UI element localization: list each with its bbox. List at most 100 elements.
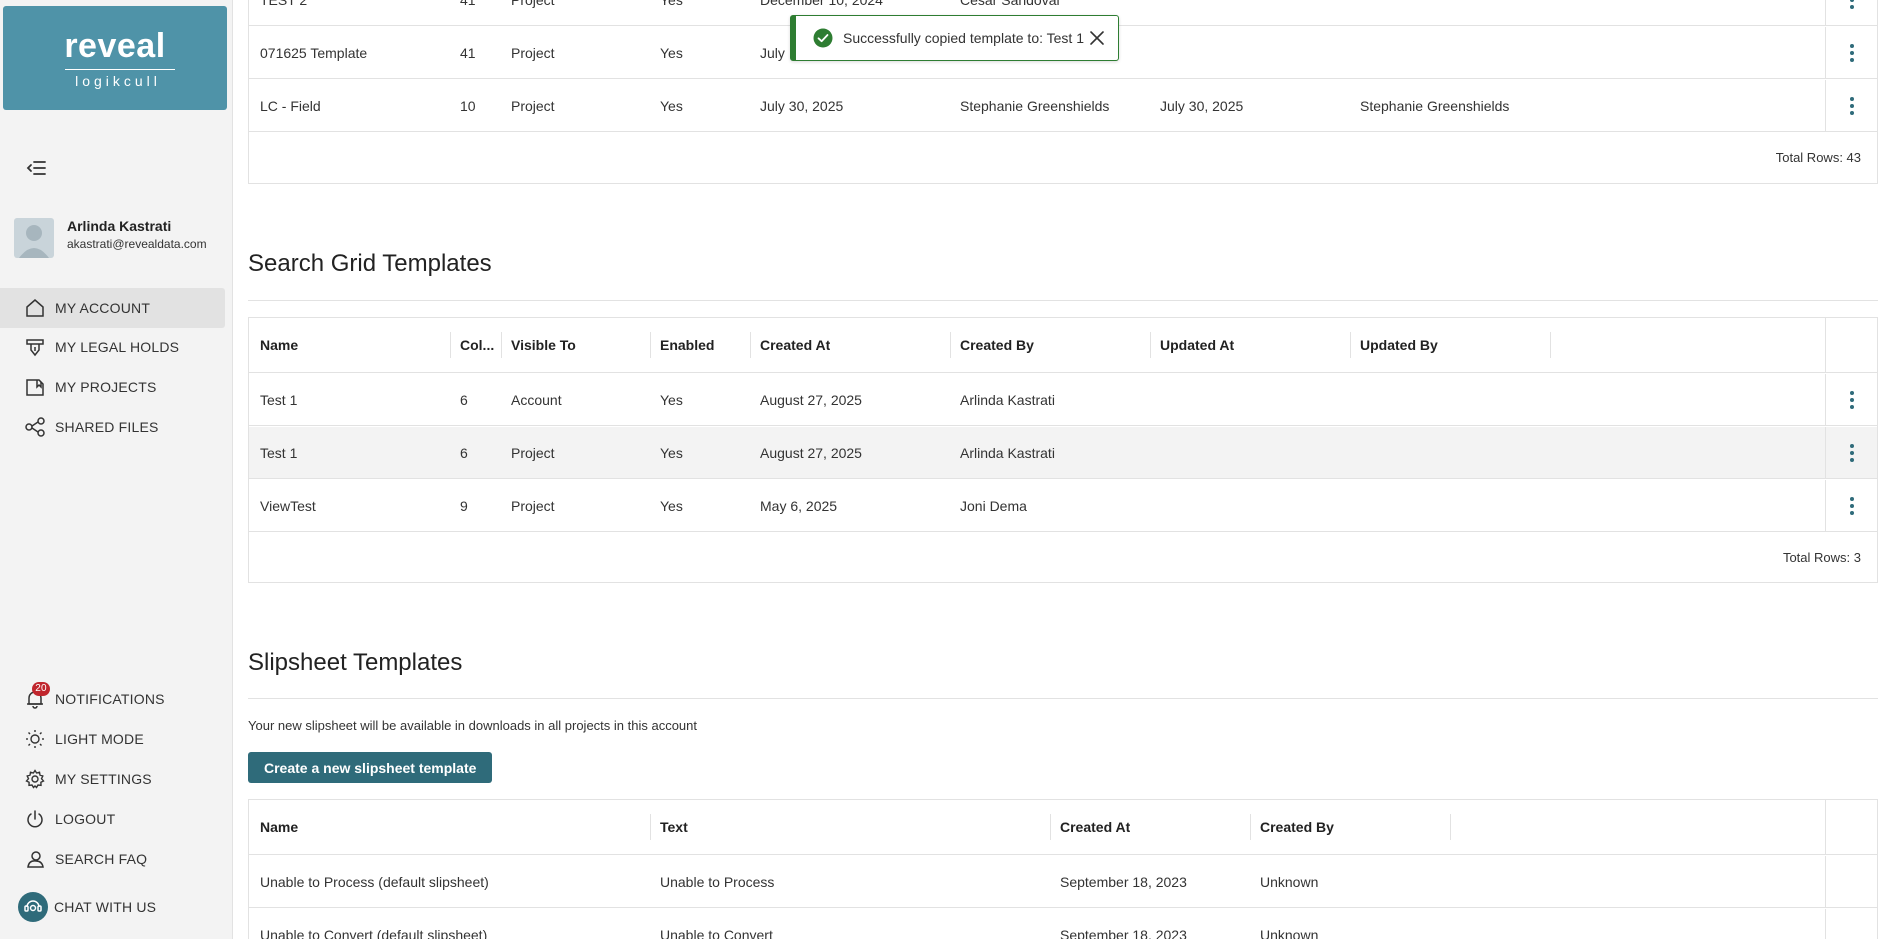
table-row[interactable]: Unable to Process (default slipsheet) Un…: [249, 856, 1877, 908]
cell-created-by: Joni Dema: [960, 497, 1027, 514]
user-profile[interactable]: Arlinda Kastrati akastrati@revealdata.co…: [14, 216, 228, 258]
column-separator[interactable]: [650, 332, 651, 358]
table-header: Name Col... Visible To Enabled Created A…: [249, 318, 1877, 373]
close-icon[interactable]: [1088, 29, 1106, 47]
collapse-sidebar-icon[interactable]: [24, 156, 48, 180]
column-separator[interactable]: [1350, 332, 1351, 358]
nav-label: LIGHT MODE: [55, 731, 144, 747]
header-name[interactable]: Name: [260, 800, 298, 854]
table-row[interactable]: ViewTest 9 Project Yes May 6, 2025 Joni …: [249, 480, 1877, 532]
row-menu-button[interactable]: [1825, 27, 1877, 78]
cell-enabled: Yes: [660, 497, 683, 514]
header-visible-to[interactable]: Visible To: [511, 318, 576, 372]
column-separator[interactable]: [1050, 814, 1051, 840]
bell-icon: 20: [24, 682, 50, 710]
column-separator[interactable]: [1150, 332, 1151, 358]
section-divider: [248, 698, 1878, 699]
header-created-at[interactable]: Created At: [1060, 800, 1130, 854]
legal-hold-icon: [24, 336, 46, 358]
main-content: TEST 2 41 Project Yes December 10, 2024 …: [248, 0, 1878, 939]
header-enabled[interactable]: Enabled: [660, 318, 714, 372]
nav-notifications[interactable]: 20 NOTIFICATIONS: [0, 679, 225, 719]
nav-label: SHARED FILES: [55, 419, 159, 435]
nav-shared-files[interactable]: SHARED FILES: [0, 407, 225, 447]
row-menu-button[interactable]: [1825, 480, 1877, 531]
table-row[interactable]: Test 1 6 Account Yes August 27, 2025 Arl…: [249, 374, 1877, 426]
cell-created-at: August 27, 2025: [760, 391, 862, 408]
check-circle-icon: [813, 28, 833, 48]
chat-icon: [18, 892, 48, 922]
cell-visible-to: Account: [511, 391, 562, 408]
create-slipsheet-button[interactable]: Create a new slipsheet template: [248, 752, 493, 783]
slipsheet-description: Your new slipsheet will be available in …: [248, 718, 698, 733]
cell-created-by: Arlinda Kastrati: [960, 391, 1055, 408]
header-created-by[interactable]: Created By: [1260, 800, 1334, 854]
row-actions-cell: [1825, 856, 1877, 907]
cell-enabled: Yes: [660, 97, 683, 114]
column-separator[interactable]: [950, 332, 951, 358]
logo-wordmark: reveal: [64, 27, 166, 65]
row-actions-cell: [1825, 909, 1877, 939]
header-columns[interactable]: Col...: [460, 318, 494, 372]
cell-visible-to: Project: [511, 44, 555, 61]
cell-columns: 41: [460, 0, 476, 25]
sun-icon: [24, 728, 46, 750]
cell-created-by: Arlinda Kastrati: [960, 444, 1055, 461]
column-separator[interactable]: [501, 332, 502, 358]
home-icon: [24, 297, 46, 319]
nav-logout[interactable]: LOGOUT: [0, 799, 225, 839]
header-created-by[interactable]: Created By: [960, 318, 1034, 372]
table-row[interactable]: Test 1 6 Project Yes August 27, 2025 Arl…: [249, 427, 1877, 479]
reveal-logo[interactable]: reveal logikcull: [3, 6, 227, 110]
table-header: Name Text Created At Created By: [249, 800, 1877, 855]
row-menu-button[interactable]: [1825, 427, 1877, 478]
total-rows: Total Rows: 43: [1775, 150, 1861, 165]
column-separator[interactable]: [1450, 814, 1451, 840]
row-menu-button[interactable]: [1825, 0, 1877, 25]
header-name[interactable]: Name: [260, 318, 298, 372]
nav-my-account[interactable]: MY ACCOUNT: [0, 288, 225, 328]
cell-enabled: Yes: [660, 444, 683, 461]
cell-created-at: September 18, 2023: [1060, 926, 1187, 939]
cell-name: LC - Field: [260, 97, 321, 114]
header-actions-cell: [1825, 800, 1877, 854]
avatar: [14, 218, 54, 258]
user-name: Arlinda Kastrati: [67, 218, 172, 234]
nav-my-settings[interactable]: MY SETTINGS: [0, 759, 225, 799]
section-title-slipsheet: Slipsheet Templates: [248, 649, 463, 676]
cell-columns: 9: [460, 497, 468, 514]
cell-created-at: July 30, 2025: [760, 97, 844, 114]
column-separator[interactable]: [750, 332, 751, 358]
cell-name: ViewTest: [260, 497, 316, 514]
row-menu-button[interactable]: [1825, 80, 1877, 131]
table-row[interactable]: LC - Field 10 Project Yes July 30, 2025 …: [249, 80, 1877, 132]
cell-created-by: Unknown: [1260, 926, 1319, 939]
cell-name: Unable to Process (default slipsheet): [260, 873, 489, 890]
nav-search-faq[interactable]: SEARCH FAQ: [0, 839, 225, 879]
cell-updated-by: Stephanie Greenshields: [1360, 97, 1510, 114]
cell-visible-to: Project: [511, 444, 555, 461]
column-separator[interactable]: [450, 332, 451, 358]
header-updated-at[interactable]: Updated At: [1160, 318, 1234, 372]
column-separator[interactable]: [650, 814, 651, 840]
kebab-icon: [1849, 390, 1854, 409]
kebab-icon: [1849, 0, 1854, 9]
nav-label: MY ACCOUNT: [55, 300, 151, 316]
column-separator[interactable]: [1250, 814, 1251, 840]
nav-chat-with-us[interactable]: CHAT WITH US: [0, 887, 225, 927]
header-text[interactable]: Text: [660, 800, 688, 854]
cell-created-at: September 18, 2023: [1060, 873, 1187, 890]
cell-name: Test 1: [260, 444, 298, 461]
column-separator[interactable]: [1550, 332, 1551, 358]
cell-text: Unable to Process: [660, 873, 775, 890]
table-row[interactable]: Unable to Convert (default slipsheet) Un…: [249, 909, 1877, 939]
nav-light-mode[interactable]: LIGHT MODE: [0, 719, 225, 759]
cell-name: TEST 2: [260, 0, 307, 25]
row-menu-button[interactable]: [1825, 374, 1877, 425]
sidebar: reveal logikcull Arlinda Kastrati akastr…: [0, 0, 233, 939]
section-divider: [248, 300, 1878, 301]
nav-my-legal-holds[interactable]: MY LEGAL HOLDS: [0, 327, 225, 367]
nav-my-projects[interactable]: MY PROJECTS: [0, 367, 225, 407]
header-created-at[interactable]: Created At: [760, 318, 830, 372]
header-updated-by[interactable]: Updated By: [1360, 318, 1438, 372]
